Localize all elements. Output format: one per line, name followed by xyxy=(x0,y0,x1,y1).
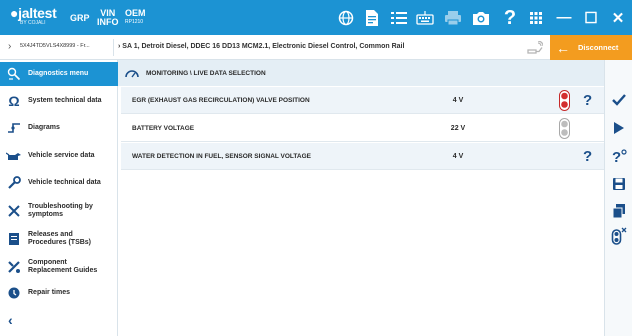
grp-button[interactable]: GRP xyxy=(70,0,90,35)
help-label: ? xyxy=(503,6,517,29)
breadcrumb: › 5X4J4TD5VLS4X8999 - Fr... › SA 1, Detr… xyxy=(0,35,550,60)
page-title: MONITORING \ LIVE DATA SELECTION xyxy=(146,69,266,77)
close-button[interactable]: ✕ xyxy=(604,0,632,35)
vin-info-label: INFO xyxy=(97,16,119,27)
sidebar-item-label: Vehicle technical data xyxy=(28,179,101,186)
traffic-light-red-icon xyxy=(559,90,570,111)
sidebar-item-label: Releases and Procedures (TSBs) xyxy=(28,231,92,246)
keyboard-icon[interactable] xyxy=(415,8,435,28)
camera-icon[interactable] xyxy=(471,8,491,28)
disconnect-label: Disconnect xyxy=(578,43,619,52)
parameter-value: 4 V xyxy=(452,152,464,160)
path-separator: › xyxy=(118,43,121,50)
sidebar-item-diagrams[interactable]: Diagrams xyxy=(0,116,118,140)
sidebar-back-button[interactable]: ‹ xyxy=(8,312,13,328)
grp-label: GRP xyxy=(70,12,90,23)
sidebar-item-vehicle-technical-data[interactable]: Vehicle technical data xyxy=(0,170,118,196)
vehicle-id[interactable]: 5X4J4TD5VLS4X8999 - Fr... xyxy=(20,43,110,49)
diagram-icon xyxy=(0,121,28,135)
table-row[interactable]: BATTERY VOLTAGE 22 V xyxy=(121,115,604,142)
save-button[interactable] xyxy=(605,174,632,194)
live-data-panel: MONITORING \ LIVE DATA SELECTION EGR (EX… xyxy=(118,60,604,336)
disconnect-button[interactable]: ← Disconnect xyxy=(550,35,632,60)
grid-icon[interactable] xyxy=(526,8,546,28)
printer-icon[interactable] xyxy=(443,8,463,28)
sidebar-item-label: Repair times xyxy=(28,289,71,296)
wrench-icon xyxy=(0,176,28,190)
ohm-icon: Ω xyxy=(8,93,20,109)
book-icon xyxy=(0,232,28,246)
system-path: › SA 1, Detroit Diesel, DDEC 16 DD13 MCM… xyxy=(118,43,404,50)
sidebar-item-label: Vehicle service data xyxy=(28,152,95,159)
sidebar: Diagnostics menu Ω System technical data… xyxy=(0,60,118,336)
parameter-name: WATER DETECTION IN FUEL, SENSOR SIGNAL V… xyxy=(132,152,311,160)
clock-gear-icon xyxy=(0,286,28,300)
maximize-button[interactable]: ☐ xyxy=(577,0,605,35)
svg-text:?: ? xyxy=(612,149,621,164)
traffic-light-gray-icon xyxy=(559,118,570,139)
panel-header: MONITORING \ LIVE DATA SELECTION xyxy=(118,60,604,86)
sidebar-item-vehicle-service-data[interactable]: Vehicle service data xyxy=(0,144,118,168)
globe-icon[interactable] xyxy=(336,8,356,28)
check-button[interactable] xyxy=(605,90,632,110)
play-icon xyxy=(614,122,624,134)
sidebar-item-releases-procedures[interactable]: Releases and Procedures (TSBs) xyxy=(0,226,118,252)
oem-label: OEM xyxy=(125,7,146,18)
save-icon xyxy=(613,178,625,190)
vin-info-button[interactable]: VIN INFO xyxy=(97,0,119,35)
close-icon: ✕ xyxy=(611,9,625,27)
oil-can-icon xyxy=(0,150,28,162)
help-circle-icon: ? xyxy=(612,149,627,164)
help-circle-button[interactable]: ? xyxy=(605,146,632,166)
table-row[interactable]: WATER DETECTION IN FUEL, SENSOR SIGNAL V… xyxy=(121,143,604,170)
parameter-value: 4 V xyxy=(452,96,464,104)
parameter-value: 22 V xyxy=(450,124,466,132)
maximize-icon: ☐ xyxy=(584,9,598,27)
breadcrumb-divider xyxy=(113,39,114,56)
sidebar-item-label: Troubleshooting by symptoms xyxy=(28,203,93,218)
sidebar-item-label: Diagnostics menu xyxy=(28,70,89,77)
multi-select-button[interactable] xyxy=(605,201,632,221)
oem-sub-label: RP1210 xyxy=(125,18,144,25)
multi-select-icon xyxy=(612,204,625,219)
sidebar-item-diagnostics-menu[interactable]: Diagnostics menu xyxy=(0,62,118,86)
tools-icon xyxy=(0,204,28,218)
sidebar-item-label: System technical data xyxy=(28,97,102,104)
window-controls: — ☐ ✕ xyxy=(548,0,632,35)
help-icon[interactable]: ? xyxy=(500,6,520,29)
table-row[interactable]: EGR (EXHAUST GAS RECIRCULATION) VALVE PO… xyxy=(121,87,604,114)
connection-status-icon xyxy=(527,41,543,54)
document-icon[interactable] xyxy=(362,8,382,28)
action-bar: ? xyxy=(604,60,632,336)
sidebar-item-component-replacement[interactable]: Component Replacement Guides xyxy=(0,254,118,280)
gauge-icon xyxy=(125,70,139,78)
help-button[interactable]: ? xyxy=(583,92,592,109)
wrench-screwdriver-icon xyxy=(0,260,28,274)
minimize-icon: — xyxy=(556,9,572,26)
list-icon[interactable] xyxy=(389,8,409,28)
breadcrumb-chevron-icon[interactable]: › xyxy=(8,41,11,52)
logo-subtext: BY COJALI xyxy=(20,20,46,26)
parameter-name: EGR (EXHAUST GAS RECIRCULATION) VALVE PO… xyxy=(132,96,310,104)
clear-signal-icon xyxy=(611,227,627,245)
oem-button[interactable]: OEM RP1210 xyxy=(125,0,146,35)
sidebar-item-label: Diagrams xyxy=(28,124,60,131)
back-arrow-icon: ← xyxy=(556,39,570,56)
parameter-name: BATTERY VOLTAGE xyxy=(132,124,195,132)
minimize-button[interactable]: — xyxy=(550,0,578,35)
check-icon xyxy=(612,94,626,106)
sidebar-item-label: Component Replacement Guides xyxy=(28,259,98,274)
logo-text: ●jaltest xyxy=(10,5,57,21)
diagnostics-icon xyxy=(0,67,28,81)
jaltest-logo: ●jaltest BY COJALI xyxy=(10,6,62,28)
system-path-text: SA 1, Detroit Diesel, DDEC 16 DD13 MCM2.… xyxy=(122,43,405,50)
clear-signal-button[interactable] xyxy=(605,226,632,246)
help-button[interactable]: ? xyxy=(583,148,592,165)
play-button[interactable] xyxy=(605,118,632,138)
sidebar-item-troubleshooting[interactable]: Troubleshooting by symptoms xyxy=(0,198,118,224)
sidebar-item-system-technical-data[interactable]: Ω System technical data xyxy=(0,88,118,114)
sidebar-item-repair-times[interactable]: Repair times xyxy=(0,282,118,304)
top-toolbar: ●jaltest BY COJALI GRP VIN INFO OEM RP12… xyxy=(0,0,632,35)
